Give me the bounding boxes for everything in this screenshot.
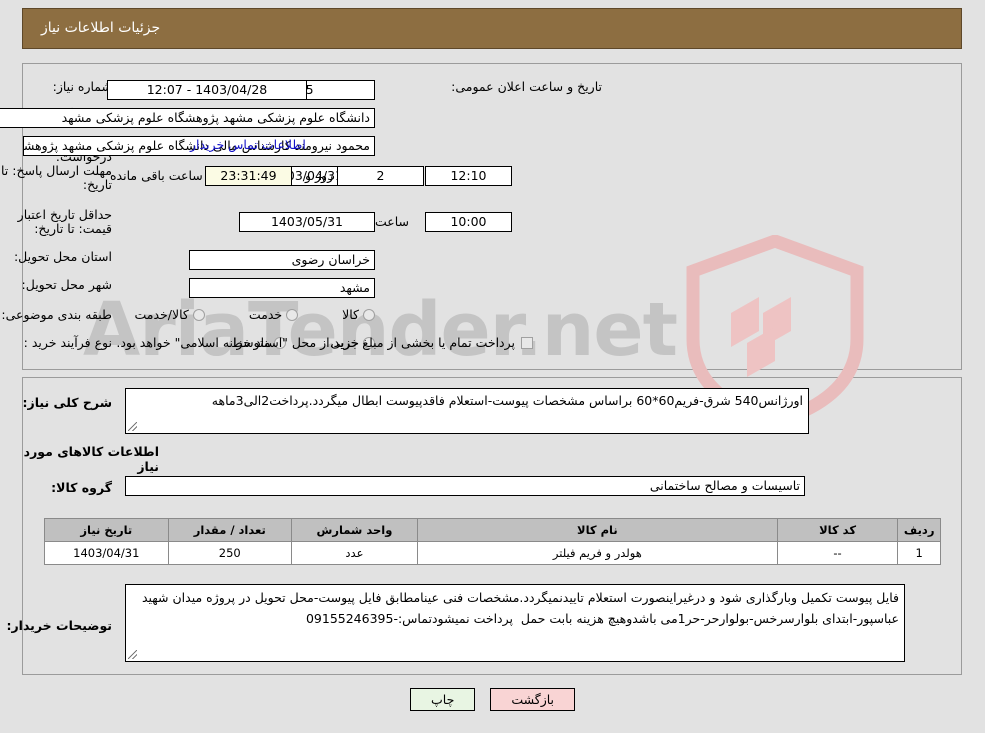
- back-button[interactable]: بازگشت: [490, 688, 576, 711]
- subject-class-label: طبقه بندی موضوعی:: [1, 307, 112, 322]
- col-header-qty: تعداد / مقدار: [167, 518, 292, 542]
- treasury-note-label: پرداخت تمام یا بخشی از مبلغ خرید،از محل …: [116, 335, 515, 350]
- purchase-type-label-wrap: نوع فرآیند خرید :: [24, 336, 112, 350]
- reply-deadline-label-wrap: مهلت ارسال پاسخ: تا تاریخ:: [0, 164, 112, 192]
- table-row: 1 -- هولدر و فریم فیلتر عدد 250 1403/04/…: [44, 541, 941, 565]
- field-need-number-label-wrap: شماره نیاز:: [53, 80, 112, 94]
- treasury-note-wrap[interactable]: پرداخت تمام یا بخشی از مبلغ خرید،از محل …: [116, 335, 533, 350]
- radio-option-kala-khedmat[interactable]: کالا/خدمت: [134, 307, 205, 322]
- province-label-wrap: استان محل تحویل:: [14, 250, 112, 264]
- buyer-notes-textarea[interactable]: فایل پیوست تکمیل وبارگذاری شود و درغیرای…: [125, 584, 905, 662]
- page-title: جزئیات اطلاعات نیاز: [41, 20, 161, 36]
- page-header-bar: جزئیات اطلاعات نیاز: [22, 8, 962, 49]
- city-label-wrap: شهر محل تحویل:: [22, 278, 112, 292]
- treasury-checkbox[interactable]: [521, 336, 533, 349]
- cell-code: --: [776, 541, 899, 565]
- col-header-radif: ردیف: [897, 518, 941, 542]
- city-value: مشهد: [189, 278, 375, 298]
- general-description-label: شرح کلی نیاز:: [22, 395, 112, 410]
- price-validity-time: 10:00: [425, 212, 512, 232]
- goods-group-label: گروه کالا:: [51, 480, 112, 495]
- need-number-label: شماره نیاز:: [52, 79, 112, 94]
- cell-radif: 1: [897, 541, 941, 565]
- reply-deadline-label: مهلت ارسال پاسخ: تا تاریخ:: [1, 163, 112, 192]
- subject-class-label-wrap: طبقه بندی موضوعی:: [1, 308, 112, 322]
- table-header-row: ردیف کد کالا نام کالا واحد شمارش تعداد /…: [44, 518, 941, 542]
- remaining-suffix-label: ساعت باقی مانده: [110, 168, 203, 183]
- radio-circle-icon[interactable]: [286, 308, 299, 321]
- radio-option-kala[interactable]: کالا: [342, 307, 375, 322]
- cell-qty: 250: [167, 541, 292, 565]
- province-value: خراسان رضوی: [189, 250, 375, 270]
- goods-group-value: تاسیسات و مصالح ساختمانی: [125, 476, 805, 496]
- purchase-type-label: نوع فرآیند خرید :: [23, 335, 112, 350]
- print-button[interactable]: چاپ: [410, 688, 476, 711]
- bottom-button-bar: بازگشت چاپ: [0, 688, 985, 711]
- buyer-contact-link-text[interactable]: اطلاعات تماس خریدار: [190, 137, 306, 152]
- buyer-org-value: دانشگاه علوم پزشکی مشهد پژوهشگاه علوم پز…: [0, 108, 375, 128]
- radio-circle-icon[interactable]: [192, 308, 205, 321]
- goods-table: ردیف کد کالا نام کالا واحد شمارش تعداد /…: [44, 518, 941, 565]
- buyer-notes-label: توضیحات خریدار:: [6, 618, 112, 633]
- public-announce-label-wrap: تاریخ و ساعت اعلان عمومی:: [451, 80, 602, 94]
- radio-circle-icon[interactable]: [363, 308, 375, 321]
- price-validity-label: حداقل تاریخ اعتبار قیمت: تا تاریخ:: [17, 207, 112, 236]
- public-announce-label: تاریخ و ساعت اعلان عمومی:: [451, 79, 602, 94]
- price-validity-date: 1403/05/31: [239, 212, 375, 232]
- price-validity-label-wrap: حداقل تاریخ اعتبار قیمت: تا تاریخ:: [0, 208, 112, 236]
- city-label: شهر محل تحویل:: [21, 277, 112, 292]
- radio-option-khedmat[interactable]: خدمت: [248, 307, 299, 322]
- col-header-code: کد کالا: [776, 518, 899, 542]
- public-announce-value: 1403/04/28 - 12:07: [107, 80, 307, 100]
- remaining-days-value: 2: [337, 166, 424, 186]
- province-label: استان محل تحویل:: [13, 249, 112, 264]
- cell-name: هولدر و فریم فیلتر: [416, 541, 778, 565]
- cell-date: 1403/04/31: [44, 541, 169, 565]
- reply-deadline-time: 12:10: [425, 166, 512, 186]
- radio-label-kala: کالا: [342, 307, 359, 322]
- col-header-name: نام کالا: [416, 518, 778, 542]
- general-description-textarea[interactable]: اورژانس540 شرق-فریم60*60 براساس مشخصات پ…: [125, 388, 809, 434]
- price-validity-hour-label: ساعت: [374, 214, 409, 229]
- cell-unit: عدد: [290, 541, 418, 565]
- subject-class-radio-group: کالا خدمت کالا/خدمت: [134, 307, 375, 322]
- col-header-unit: واحد شمارش: [290, 518, 418, 542]
- radio-label-khedmat: خدمت: [248, 307, 283, 322]
- radio-label-kala-khedmat: کالا/خدمت: [134, 307, 189, 322]
- buyer-contact-link[interactable]: اطلاعات تماس خریدار: [190, 137, 306, 152]
- remaining-countdown: 23:31:49: [205, 166, 292, 186]
- col-header-date: تاریخ نیاز: [44, 518, 169, 542]
- goods-section-title: اطلاعات کالاهای مورد نیاز: [23, 444, 159, 474]
- remaining-days-label: روز و: [305, 168, 334, 183]
